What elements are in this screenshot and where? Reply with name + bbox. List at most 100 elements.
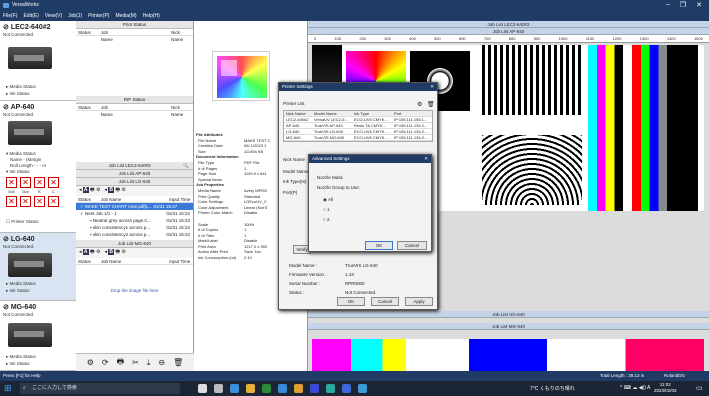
search-icon[interactable]: 🔍 — [183, 162, 189, 170]
model-name-label: Model Name — [283, 169, 309, 174]
ink-status-link[interactable]: ▸ Ink Status — [6, 361, 30, 367]
printer-status-link[interactable]: ☐ Printer Status — [6, 219, 39, 225]
close-button[interactable]: ✕ — [692, 1, 706, 9]
attribute-value: 111494 KB — [244, 148, 264, 154]
ink-type-label: Ink Type(N) — [283, 179, 307, 184]
close-icon[interactable]: ✕ — [430, 83, 434, 91]
chrome-icon[interactable] — [294, 384, 303, 393]
print-icon[interactable]: 🖶 — [117, 356, 125, 370]
settings-icon[interactable]: ⚙ — [417, 101, 422, 108]
nozzle-options: ◉ All ○ 1 ○ 2 — [323, 195, 333, 225]
settings-icon[interactable]: ⚙ — [87, 358, 94, 367]
info-row: Status : Not Connected. — [289, 290, 377, 295]
ok-button[interactable]: OK — [365, 241, 393, 250]
job-row[interactable]: ✓ Nest Job 1/1 - 1 01/31 15:22 — [76, 210, 193, 217]
app-icon[interactable] — [326, 384, 335, 393]
download-icon[interactable]: ⤓ — [147, 358, 151, 368]
attribute-value: 1109.0 x 841 — [244, 171, 267, 177]
maximize-button[interactable]: ❐ — [676, 1, 690, 9]
clock[interactable]: 11:02 2023/02/03 — [654, 382, 677, 394]
delete-icon[interactable]: 🗑 — [173, 358, 183, 367]
preview-header-mg: Job List MG-640 — [308, 323, 709, 330]
attribute-key: Ink Consumption (ml) — [198, 255, 237, 261]
system-tray-icons[interactable]: ^ ⌨ ☁ ◀)) A — [620, 385, 650, 391]
ink-status-link[interactable]: ▸ Ink Status — [6, 91, 30, 97]
joblist-ap-header[interactable]: Job List AP-640 — [76, 170, 193, 178]
radio-option[interactable]: ○ 1 — [323, 205, 333, 215]
notification-icon[interactable]: ▭ — [696, 384, 703, 392]
stop-icon[interactable]: ⊖ — [158, 358, 165, 367]
edge-icon[interactable] — [230, 384, 239, 393]
task-view-icon[interactable] — [214, 384, 223, 393]
media-status-link[interactable]: ▸ Media Status — [6, 281, 36, 287]
cancel-button[interactable]: Cancel — [397, 241, 427, 250]
ink-label: Dot — [22, 189, 29, 194]
close-icon[interactable]: ✕ — [424, 155, 428, 163]
column-header: Job Name — [100, 105, 113, 117]
taskbar: ⊞ ⌕ ここに入力して検索 7°C くもりのち晴れ ^ ⌨ ☁ ◀)) A 11:… — [0, 381, 709, 396]
menu-job[interactable]: Job(J) — [68, 13, 82, 19]
cut-icon[interactable]: ✂ — [132, 358, 139, 367]
printer-card-ap[interactable]: ⊘ AP-640 Not Connected. ▾ Media Status N… — [0, 101, 76, 233]
job-row[interactable]: ▪ Neutral grey across page.C... 01/31 15… — [76, 217, 193, 224]
joblist-lg-header[interactable]: Job List LG-640 — [76, 178, 193, 186]
cancel-button[interactable]: Cancel — [371, 297, 399, 306]
info-row: Serial Number : RPR0000 — [289, 281, 365, 286]
column-header: Input Time — [169, 259, 191, 264]
queue-columns: Status Job Name Input Time — [76, 196, 193, 203]
queue-toolbar: ◂ A 🖶 ⚙ ◂ B 🖶 ⚙ — [76, 186, 193, 196]
radio-option[interactable]: ○ 2 — [323, 215, 333, 225]
printer-card-mg[interactable]: ⊘ MG-640 Not Connected. ▸ Media Status ▸… — [0, 301, 76, 371]
table-row[interactable]: MG-640 TrueVIS MG-640 ECO-UV5 CMYK... IP:15… — [284, 135, 432, 141]
job-row[interactable]: ▪ skin consistency2 across p... 01/31 15… — [76, 231, 193, 238]
ink-error-icon: ✕ — [48, 177, 59, 188]
menu-file[interactable]: File(F) — [3, 13, 17, 19]
joblist-mg-header[interactable]: Job List MG-640 — [76, 240, 193, 248]
delete-icon[interactable]: 🗑 — [427, 101, 435, 108]
joblist-lec2-header[interactable]: Job List LEC2-640#2 🔍 — [76, 162, 193, 170]
refresh-icon[interactable]: ⟳ — [102, 358, 109, 367]
ink-error-icon: ✕ — [34, 196, 45, 207]
ruler-tick: 700 — [483, 36, 491, 41]
printer-info: Model Name : TrueVIS LG-640 Firmware Vers… — [289, 261, 378, 297]
cortana-icon[interactable] — [198, 384, 207, 393]
ink-status-link[interactable]: ▾ Ink Status — [6, 169, 30, 175]
job-row[interactable]: ✓ MAKE TEST CHART rose.pdf(L... 01/31 15… — [76, 203, 193, 210]
taskbar-search[interactable]: ⌕ ここに入力して検索 — [20, 383, 180, 394]
ruler-tick: 800 — [508, 36, 516, 41]
excel-icon[interactable] — [262, 384, 271, 393]
menu-edit[interactable]: Edit(E) — [23, 13, 38, 19]
ink-labels: Dot Dot K C — [6, 189, 59, 194]
menu-help[interactable]: Help(H) — [143, 13, 160, 19]
nick-name-label: Nick Name — [283, 157, 306, 162]
printer-card-lec2[interactable]: ⊘ LEC2-640#2 Not Connected. ▸ Media Stat… — [0, 21, 76, 101]
printer-name: ⊘ LEC2-640#2 — [3, 24, 51, 31]
apply-button[interactable]: Apply — [405, 297, 433, 306]
ink-status-grid: ✕ ✕ ✕ ✕ — [6, 177, 59, 188]
weather[interactable]: 7°C くもりのち晴れ — [530, 385, 575, 392]
ruler-tick: 1000 — [558, 36, 568, 41]
menu-media[interactable]: Media(M) — [115, 13, 136, 19]
drop-zone[interactable]: Drop the image file here — [76, 265, 193, 315]
mg-preview[interactable] — [312, 339, 704, 371]
media-status-link[interactable]: ▸ Media Status — [6, 84, 36, 90]
windows-start-icon[interactable]: ⊞ — [4, 383, 12, 394]
dialog-title: Printer Settings ✕ — [279, 83, 437, 91]
printer-card-lg[interactable]: ⊘ LG-640 Not Connected. ▸ Media Status ▸… — [0, 233, 76, 301]
queue-columns-mg: Status Job Name Input Time — [76, 258, 193, 265]
ink-status-link[interactable]: ▸ Ink Status — [6, 288, 30, 294]
menu-printer[interactable]: Printer(P) — [88, 13, 109, 19]
radio-option[interactable]: ◉ All — [323, 195, 333, 205]
minimize-button[interactable]: – — [661, 1, 675, 8]
job-row[interactable]: ▪ skin consistency1 across p... 01/31 15… — [76, 224, 193, 231]
ok-button[interactable]: OK — [337, 297, 365, 306]
media-status-link[interactable]: ▸ Media Status — [6, 354, 36, 360]
ink-error-icon: ✕ — [6, 196, 17, 207]
store-icon[interactable] — [278, 384, 287, 393]
explorer-icon[interactable] — [246, 384, 255, 393]
printer-image — [8, 47, 52, 69]
versaworks-icon[interactable] — [310, 384, 319, 393]
app-icon[interactable] — [342, 384, 351, 393]
app-icon[interactable] — [358, 384, 367, 393]
menu-view[interactable]: View(V) — [45, 13, 62, 19]
